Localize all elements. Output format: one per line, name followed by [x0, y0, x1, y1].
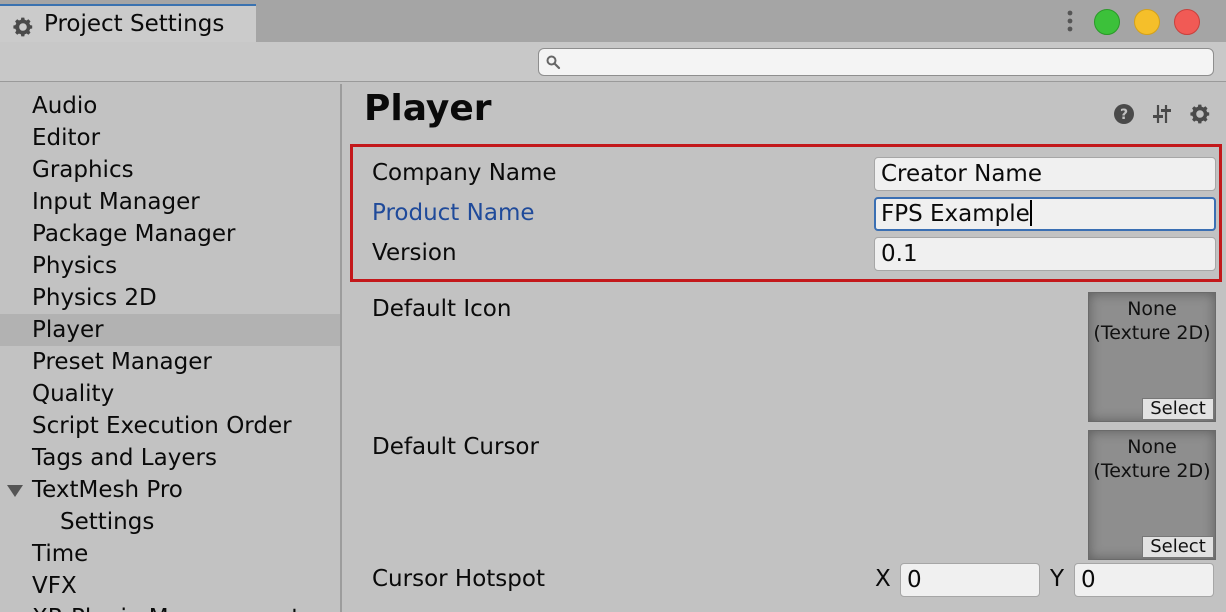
sidebar-item-physics-2d[interactable]: Physics 2D	[0, 282, 340, 314]
texture-none-label: None	[1127, 298, 1177, 320]
hotspot-x-field[interactable]: 0	[900, 563, 1040, 597]
hotspot-y-field[interactable]: 0	[1074, 563, 1214, 597]
sidebar-item-player[interactable]: Player	[0, 314, 340, 346]
sidebar-item-editor[interactable]: Editor	[0, 122, 340, 154]
sidebar-item-label: Player	[32, 317, 104, 343]
company-name-field[interactable]: Creator Name	[874, 157, 1216, 191]
sidebar-item-script-execution-order[interactable]: Script Execution Order	[0, 410, 340, 442]
texture-type-label: (Texture 2D)	[1093, 460, 1211, 482]
sidebar-item-textmesh-pro[interactable]: TextMesh Pro	[0, 474, 340, 506]
sidebar-item-textmesh-settings[interactable]: Settings	[0, 506, 340, 538]
sidebar-item-label: Physics 2D	[32, 285, 157, 311]
sidebar-item-input-manager[interactable]: Input Manager	[0, 186, 340, 218]
default-icon-label: Default Icon	[372, 296, 512, 322]
sidebar-item-label: Physics	[32, 253, 118, 279]
version-label: Version	[372, 240, 457, 266]
sidebar-item-time[interactable]: Time	[0, 538, 340, 570]
sidebar-item-label: Editor	[32, 125, 101, 151]
default-cursor-label: Default Cursor	[372, 434, 539, 460]
hotspot-y-label: Y	[1050, 566, 1065, 592]
sidebar-item-label: Settings	[60, 509, 155, 535]
window-tab[interactable]: Project Settings	[0, 4, 256, 42]
sidebar-item-label: Audio	[32, 93, 98, 119]
more-options-icon[interactable]	[1060, 8, 1080, 34]
default-icon-texture-slot[interactable]: None (Texture 2D) Select	[1088, 292, 1216, 422]
sidebar-item-label: TextMesh Pro	[32, 477, 183, 503]
sidebar-item-label: XR Plugin Management	[32, 602, 300, 612]
text-caret	[1029, 200, 1032, 226]
sidebar-item-label: Preset Manager	[32, 349, 212, 375]
default-cursor-select-button[interactable]: Select	[1142, 536, 1214, 558]
search-box[interactable]	[538, 48, 1214, 76]
cursor-hotspot-label: Cursor Hotspot	[372, 566, 545, 592]
minimize-button[interactable]	[1134, 9, 1160, 35]
sidebar-item-xr-plugin-management[interactable]: XR Plugin Management	[0, 602, 340, 612]
sliders-icon[interactable]	[1150, 102, 1174, 126]
help-icon[interactable]: ?	[1112, 102, 1136, 126]
sidebar-item-label: Graphics	[32, 157, 134, 183]
default-cursor-texture-slot[interactable]: None (Texture 2D) Select	[1088, 430, 1216, 560]
sidebar-item-label: Package Manager	[32, 221, 236, 247]
maximize-button[interactable]	[1094, 9, 1120, 35]
sidebar-item-physics[interactable]: Physics	[0, 250, 340, 282]
sidebar-item-label: Time	[32, 541, 89, 567]
page-title: Player	[364, 88, 492, 129]
hotspot-x-label: X	[875, 566, 891, 592]
product-name-field[interactable]: FPS Example	[874, 197, 1216, 231]
sidebar-item-audio[interactable]: Audio	[0, 90, 340, 122]
search-input[interactable]	[567, 51, 1211, 75]
sidebar-item-quality[interactable]: Quality	[0, 378, 340, 410]
product-name-label: Product Name	[372, 200, 535, 226]
close-button[interactable]	[1174, 9, 1200, 35]
sidebar-item-label: VFX	[32, 573, 77, 599]
sidebar-item-graphics[interactable]: Graphics	[0, 154, 340, 186]
svg-text:?: ?	[1120, 107, 1128, 123]
texture-type-label: (Texture 2D)	[1093, 322, 1211, 344]
product-name-value: FPS Example	[881, 201, 1030, 227]
default-icon-select-button[interactable]: Select	[1142, 398, 1214, 420]
gear-icon[interactable]	[1188, 102, 1212, 126]
gear-icon	[13, 17, 33, 37]
settings-sidebar: Audio Editor Graphics Input Manager Pack…	[0, 84, 342, 612]
window-title: Project Settings	[44, 11, 225, 37]
version-field[interactable]: 0.1	[874, 237, 1216, 271]
texture-none-label: None	[1127, 436, 1177, 458]
player-settings-panel: Player ? Company Name Creator Name Produ…	[344, 84, 1226, 612]
sidebar-item-label: Input Manager	[32, 189, 200, 215]
sidebar-item-label: Script Execution Order	[32, 413, 292, 439]
sidebar-item-vfx[interactable]: VFX	[0, 570, 340, 602]
sidebar-item-preset-manager[interactable]: Preset Manager	[0, 346, 340, 378]
sidebar-item-package-manager[interactable]: Package Manager	[0, 218, 340, 250]
company-name-label: Company Name	[372, 160, 557, 186]
sidebar-item-tags-and-layers[interactable]: Tags and Layers	[0, 442, 340, 474]
sidebar-item-label: Quality	[32, 381, 115, 407]
toolbar	[0, 42, 1226, 82]
search-icon	[546, 55, 561, 70]
expand-triangle-icon[interactable]	[7, 485, 23, 497]
sidebar-item-label: Tags and Layers	[32, 445, 217, 471]
title-bar: Project Settings	[0, 0, 1226, 42]
